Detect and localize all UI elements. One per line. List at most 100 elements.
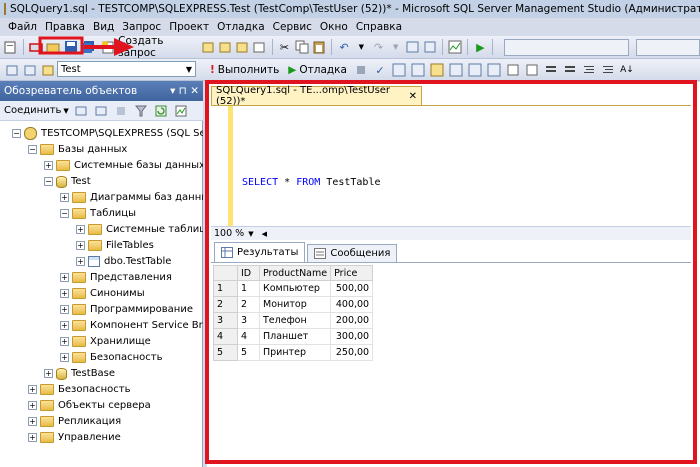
- expand-icon[interactable]: +: [76, 257, 85, 266]
- cell-id[interactable]: 1: [237, 280, 260, 297]
- specify-values-icon[interactable]: A↓: [619, 62, 635, 78]
- tree-node-testbase-db[interactable]: + TestBase: [44, 366, 115, 381]
- tree-node-server[interactable]: − TESTCOMP\SQLEXPRESS (SQL Server: [12, 126, 203, 141]
- refresh-icon[interactable]: [153, 103, 169, 119]
- expand-icon[interactable]: +: [60, 289, 69, 298]
- expand-icon[interactable]: +: [60, 193, 69, 202]
- tab-sqlquery1[interactable]: SQLQuery1.sql - TE...omp\TestUser (52))*…: [211, 85, 422, 107]
- column-header-price[interactable]: Price: [330, 265, 374, 281]
- navigate-forward-icon[interactable]: [423, 39, 437, 55]
- change-connection-icon[interactable]: [22, 62, 38, 78]
- expand-icon[interactable]: +: [44, 369, 53, 378]
- menu-window[interactable]: Окно: [316, 21, 352, 33]
- cell-productname[interactable]: Телефон: [258, 312, 332, 329]
- activity-monitor-icon[interactable]: [448, 39, 462, 55]
- chevron-down-icon[interactable]: ▼: [248, 230, 253, 238]
- tree-node-server-objects[interactable]: + Объекты сервера: [28, 398, 151, 413]
- connect-button[interactable]: Соединить ▼: [4, 105, 69, 116]
- results-to-file-icon[interactable]: [524, 62, 540, 78]
- cell-productname[interactable]: Планшет: [258, 328, 332, 345]
- table-row[interactable]: 2 2 Монитор 400,00: [213, 296, 374, 313]
- expand-icon[interactable]: +: [28, 433, 37, 442]
- tree-node-programmability[interactable]: + Программирование: [60, 302, 193, 317]
- expand-icon[interactable]: +: [28, 385, 37, 394]
- increase-indent-icon[interactable]: [600, 62, 616, 78]
- tree-node-storage[interactable]: + Хранилище: [60, 334, 151, 349]
- tree-node-db-security[interactable]: + Безопасность: [60, 350, 163, 365]
- collapse-icon[interactable]: −: [12, 129, 21, 138]
- mdx-query-icon[interactable]: [201, 39, 215, 55]
- cell-price[interactable]: 400,00: [330, 296, 374, 313]
- stop-icon[interactable]: [113, 103, 129, 119]
- expand-icon[interactable]: +: [76, 241, 85, 250]
- tree-node-filetables[interactable]: + FileTables: [76, 238, 154, 253]
- expand-icon[interactable]: +: [60, 353, 69, 362]
- tree-node-diagrams[interactable]: + Диаграммы баз данных: [60, 190, 203, 205]
- paste-icon[interactable]: [312, 39, 326, 55]
- expand-icon[interactable]: +: [60, 321, 69, 330]
- tab-results[interactable]: Результаты: [214, 242, 306, 262]
- connect-icon[interactable]: [4, 62, 20, 78]
- column-header-rownum[interactable]: [213, 265, 238, 281]
- expand-icon[interactable]: +: [76, 225, 85, 234]
- tree-node-security[interactable]: + Безопасность: [28, 382, 131, 397]
- tab-messages[interactable]: Сообщения: [307, 244, 398, 262]
- cell-productname[interactable]: Монитор: [258, 296, 332, 313]
- redo-dropdown-icon[interactable]: ▼: [389, 39, 403, 55]
- tree-node-management[interactable]: + Управление: [28, 430, 121, 445]
- uncomment-icon[interactable]: [562, 62, 578, 78]
- execute-button[interactable]: ! Выполнить: [207, 64, 282, 76]
- cell-id[interactable]: 5: [237, 344, 260, 361]
- tree-node-system-tables[interactable]: + Системные таблицы: [76, 222, 203, 237]
- tree-node-databases[interactable]: − Базы данных: [28, 142, 127, 157]
- menu-help[interactable]: Справка: [352, 21, 406, 33]
- menu-project[interactable]: Проект: [165, 21, 213, 33]
- tree-node-service-broker[interactable]: + Компонент Service Brok: [60, 318, 203, 333]
- tree-node-tables[interactable]: − Таблицы: [60, 206, 136, 221]
- close-icon[interactable]: ✕: [409, 91, 417, 102]
- table-row[interactable]: 3 3 Телефон 200,00: [213, 312, 374, 329]
- navigate-backward-icon[interactable]: [406, 39, 420, 55]
- cell-price[interactable]: 300,00: [330, 328, 374, 345]
- menu-edit[interactable]: Правка: [41, 21, 89, 33]
- dmx-query-icon[interactable]: [218, 39, 232, 55]
- connect-object-explorer-icon[interactable]: [73, 103, 89, 119]
- comment-icon[interactable]: [543, 62, 559, 78]
- column-header-id[interactable]: ID: [237, 265, 260, 281]
- query-design-icon[interactable]: [391, 62, 407, 78]
- cell-id[interactable]: 2: [237, 296, 260, 313]
- table-row[interactable]: 4 4 Планшет 300,00: [213, 328, 374, 345]
- collapse-icon[interactable]: −: [44, 177, 53, 186]
- menu-tools[interactable]: Сервис: [269, 21, 316, 33]
- menu-query[interactable]: Запрос: [118, 21, 165, 33]
- cut-icon[interactable]: ✂: [277, 39, 291, 55]
- expand-icon[interactable]: +: [60, 305, 69, 314]
- table-row[interactable]: 1 1 Компьютер 500,00: [213, 280, 374, 297]
- expand-icon[interactable]: +: [28, 417, 37, 426]
- cell-productname[interactable]: Принтер: [258, 344, 332, 361]
- database-select[interactable]: Test ▼: [57, 61, 196, 77]
- filter-icon[interactable]: [133, 103, 149, 119]
- find-dropdown[interactable]: [635, 38, 700, 56]
- copy-icon[interactable]: [295, 39, 309, 55]
- debug-button[interactable]: ▶ Отладка: [285, 64, 350, 76]
- menu-debug[interactable]: Отладка: [213, 21, 269, 33]
- menu-file[interactable]: Файл: [4, 21, 41, 33]
- undo-icon[interactable]: ↶: [337, 39, 351, 55]
- column-header-productname[interactable]: ProductName: [258, 265, 332, 281]
- undo-dropdown-icon[interactable]: ▼: [354, 39, 368, 55]
- analysis-query-icon[interactable]: [252, 39, 266, 55]
- start-debugging-icon[interactable]: ▶: [473, 39, 487, 55]
- tree-node-system-databases[interactable]: + Системные базы данных: [44, 158, 203, 173]
- solution-configuration-dropdown[interactable]: [504, 38, 629, 56]
- actual-plan-icon[interactable]: [467, 62, 483, 78]
- tree-node-test-db[interactable]: − Test: [44, 174, 91, 189]
- cell-price[interactable]: 500,00: [330, 280, 374, 297]
- cell-id[interactable]: 4: [237, 328, 260, 345]
- cell-id[interactable]: 3: [237, 312, 260, 329]
- zoom-level[interactable]: 100 %: [214, 228, 244, 239]
- expand-icon[interactable]: +: [44, 161, 53, 170]
- client-statistics-icon[interactable]: [486, 62, 502, 78]
- cell-price[interactable]: 250,00: [330, 344, 374, 361]
- disconnect-icon[interactable]: [93, 103, 109, 119]
